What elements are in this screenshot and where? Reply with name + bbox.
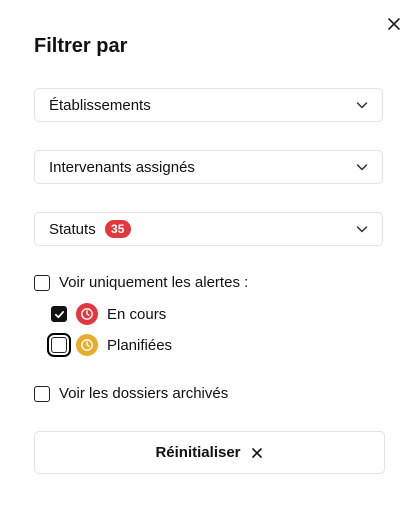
panel-title: Filtrer par (34, 35, 128, 57)
etablissements-label: Établissements (49, 96, 151, 114)
en-cours-checkbox[interactable] (51, 306, 67, 322)
planifiees-checkbox[interactable] (47, 333, 71, 357)
statuts-label: Statuts (49, 220, 96, 238)
planifiees-label: Planifiées (107, 336, 173, 354)
checkmark-icon (54, 310, 64, 318)
archived-label: Voir les dossiers archivés (59, 385, 229, 402)
alert-option-planifiees: Planifiées (47, 333, 173, 357)
statuts-select[interactable]: Statuts 35 (34, 212, 383, 246)
close-icon (251, 447, 262, 458)
reset-label: Réinitialiser (155, 444, 241, 461)
clock-icon (76, 303, 98, 325)
archived-row: Voir les dossiers archivés (34, 385, 228, 402)
statuts-count-badge: 35 (104, 220, 131, 238)
chevron-down-icon (356, 102, 368, 109)
alerts-only-checkbox[interactable] (34, 274, 50, 291)
alerts-only-label: Voir uniquement les alertes : (59, 274, 249, 291)
alerts-only-row: Voir uniquement les alertes : (34, 274, 248, 291)
reset-button[interactable]: Réinitialiser (34, 431, 385, 474)
etablissements-select[interactable]: Établissements (34, 88, 383, 122)
intervenants-label: Intervenants assignés (49, 158, 195, 176)
en-cours-label: En cours (107, 305, 167, 323)
clock-icon (76, 334, 98, 356)
archived-checkbox[interactable] (34, 385, 50, 402)
chevron-down-icon (356, 226, 368, 233)
alert-option-en-cours: En cours (51, 303, 166, 325)
close-icon[interactable] (384, 14, 404, 34)
chevron-down-icon (356, 164, 368, 171)
intervenants-select[interactable]: Intervenants assignés (34, 150, 383, 184)
